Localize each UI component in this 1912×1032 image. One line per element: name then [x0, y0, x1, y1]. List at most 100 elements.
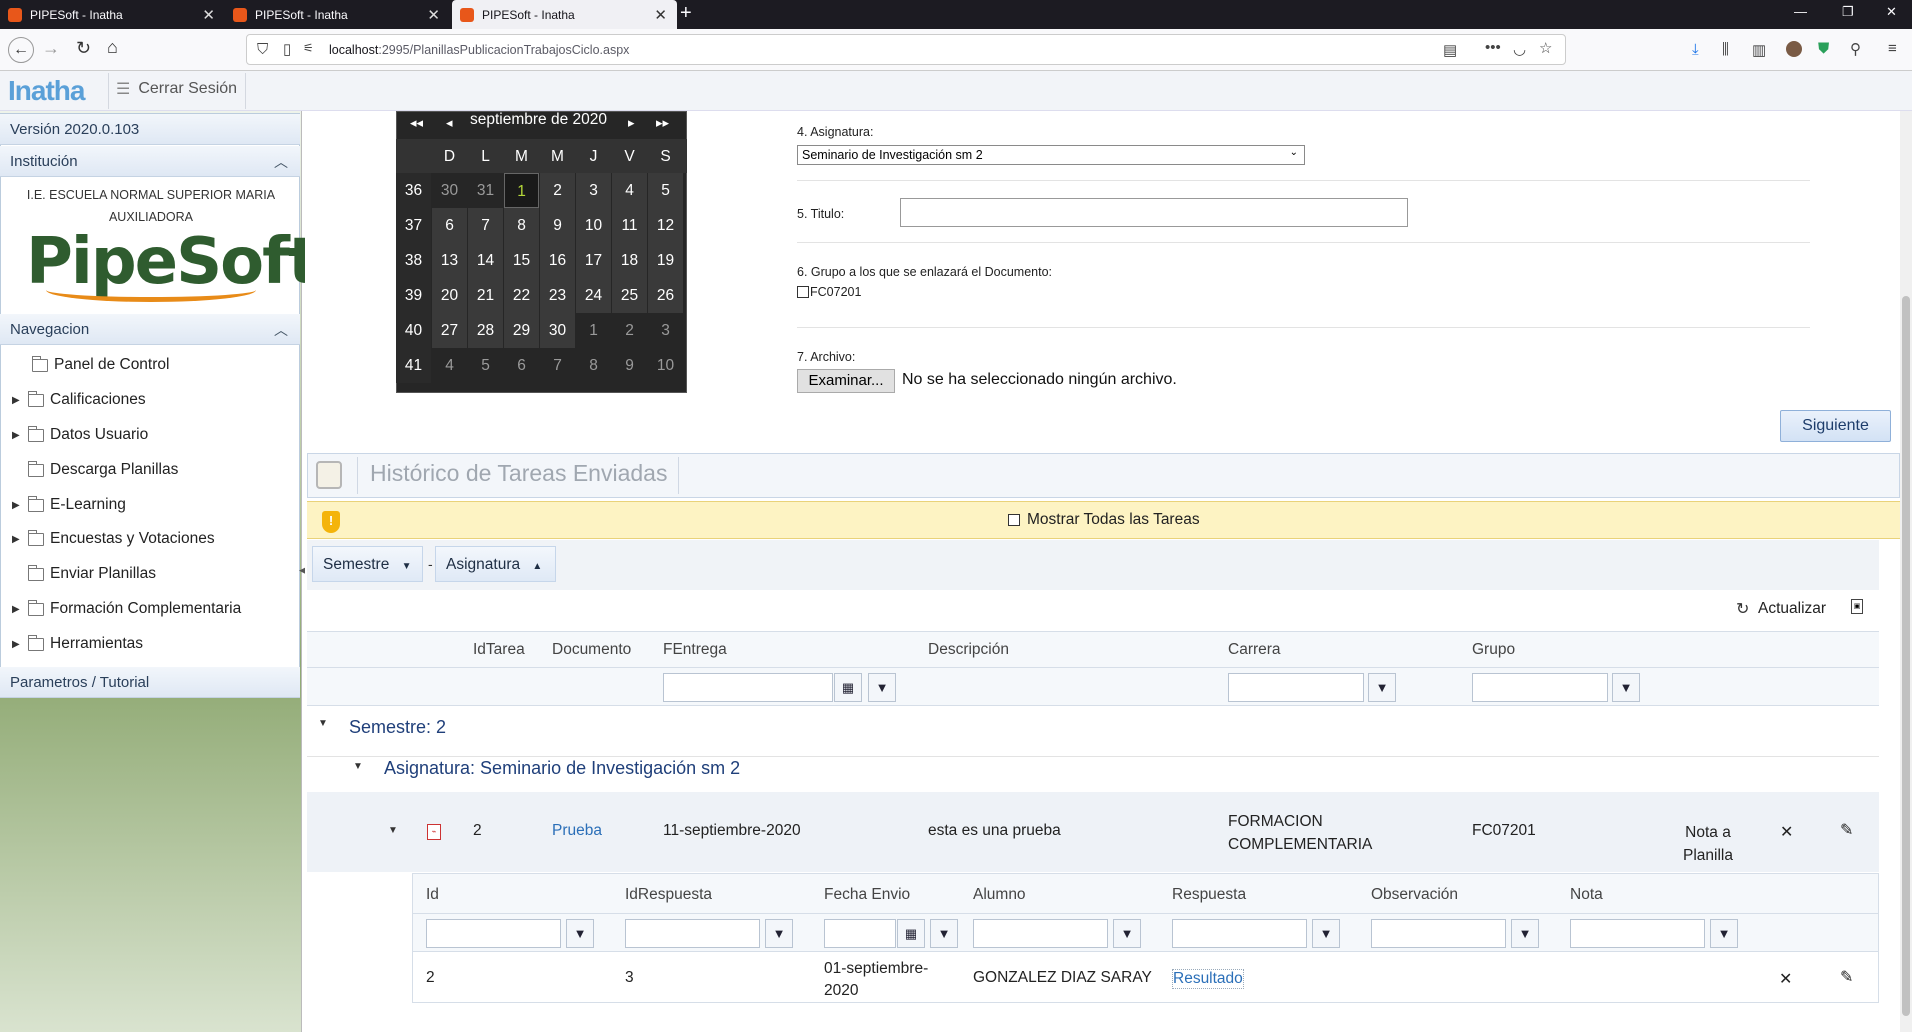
filter-icon[interactable]: ▼	[930, 919, 958, 948]
delete-icon[interactable]: ✕	[1779, 969, 1792, 989]
show-all-tasks-checkbox[interactable]: Mostrar Todas las Tareas	[1008, 511, 1200, 529]
col-carrera[interactable]: Carrera	[1228, 641, 1281, 659]
asignatura-select[interactable]: Seminario de Investigación sm 2 ⌄	[797, 145, 1305, 165]
library-icon[interactable]: ⫼	[1722, 41, 1729, 58]
calendar-day[interactable]: 6	[432, 208, 467, 243]
export-pdf-icon[interactable]: ▣	[1851, 599, 1863, 614]
detail-col-observacion[interactable]: Observación	[1371, 886, 1458, 904]
download-icon[interactable]: ⤓	[1692, 41, 1699, 58]
sidebar-item-calificaciones[interactable]: ▶ Calificaciones	[12, 390, 146, 409]
group-by-semestre[interactable]: Semestre ▼	[312, 546, 423, 582]
id-filter-input[interactable]	[426, 919, 561, 948]
detail-col-fecha-envio[interactable]: Fecha Envio	[824, 886, 910, 904]
calendar-day[interactable]: 30	[540, 313, 575, 348]
calendar-day[interactable]: 9	[612, 348, 647, 383]
table-row[interactable]	[307, 792, 1879, 872]
observacion-filter-input[interactable]	[1371, 919, 1506, 948]
calendar-day[interactable]: 20	[432, 278, 467, 313]
titulo-input[interactable]	[900, 198, 1408, 227]
sidebar-item-panel-de-control[interactable]: Panel de Control	[28, 355, 169, 374]
new-tab-icon[interactable]: +	[680, 2, 692, 25]
sidebar-icon[interactable]: ▥	[1752, 41, 1766, 59]
calendar-day[interactable]: 18	[612, 243, 647, 278]
calendar-day[interactable]: 1	[576, 313, 611, 348]
scrollbar-thumb[interactable]	[1902, 296, 1910, 1016]
close-window-icon[interactable]: ✕	[1886, 4, 1897, 20]
menu-icon[interactable]: ≡	[1888, 40, 1897, 57]
minimize-icon[interactable]: —	[1794, 4, 1807, 19]
calendar-day[interactable]: 11	[612, 208, 647, 243]
inatha-logo[interactable]: Inatha	[8, 75, 85, 107]
permissions-icon[interactable]: ⚟	[303, 41, 314, 55]
close-tab-icon[interactable]: ✕	[427, 6, 440, 24]
calendar-day[interactable]: 10	[576, 208, 611, 243]
col-descripcion[interactable]: Descripción	[928, 641, 1009, 659]
grupo-filter-input[interactable]	[1472, 673, 1608, 702]
sidebar-item-e-learning[interactable]: ▶ E-Learning	[12, 495, 126, 514]
pocket-icon[interactable]: ◡	[1513, 40, 1526, 58]
checkbox[interactable]	[797, 286, 809, 298]
calendar-day[interactable]: 1	[504, 173, 539, 208]
filter-icon[interactable]: ▼	[1113, 919, 1141, 948]
profile-avatar-icon[interactable]	[1786, 41, 1802, 57]
calendar-day[interactable]: 27	[432, 313, 467, 348]
collapse-group-icon[interactable]: ▼	[353, 761, 363, 772]
expand-arrow-icon[interactable]: ▶	[12, 534, 24, 545]
edit-pencil-icon[interactable]: ✎	[1840, 820, 1853, 840]
calendar-day[interactable]: 12	[648, 208, 683, 243]
prev-month-icon[interactable]: ◂	[446, 115, 453, 131]
calendar-day[interactable]: 16	[540, 243, 575, 278]
nota-a-planilla-button[interactable]: Nota a Planilla	[1668, 821, 1748, 867]
bookmark-star-icon[interactable]: ☆	[1539, 39, 1552, 57]
col-fentrega[interactable]: FEntrega	[663, 641, 727, 659]
carrera-filter-input[interactable]	[1228, 673, 1364, 702]
sidebar-item-formacion[interactable]: ▶ Formación Complementaria	[12, 599, 241, 618]
calendar-day[interactable]: 10	[648, 348, 683, 383]
detail-col-respuesta[interactable]: Respuesta	[1172, 886, 1246, 904]
detail-col-idrespuesta[interactable]: IdRespuesta	[625, 886, 712, 904]
actualizar-button[interactable]: Actualizar	[1758, 600, 1826, 618]
expand-arrow-icon[interactable]: ▶	[12, 395, 24, 406]
more-actions-icon[interactable]: •••	[1485, 39, 1501, 56]
calendar-day[interactable]: 4	[612, 173, 647, 208]
cell-documento-link[interactable]: Prueba	[552, 822, 602, 840]
navigation-header[interactable]: Navegacion ︿	[0, 314, 300, 345]
calendar-day[interactable]: 13	[432, 243, 467, 278]
expand-arrow-icon[interactable]: ▶	[12, 639, 24, 650]
alumno-filter-input[interactable]	[973, 919, 1108, 948]
expand-arrow-icon[interactable]: ▶	[12, 430, 24, 441]
prev-year-icon[interactable]: ◂◂	[410, 115, 423, 131]
refresh-icon[interactable]: ↻	[1736, 599, 1749, 619]
extension-key-icon[interactable]: ⚲	[1850, 40, 1861, 58]
forward-icon[interactable]: →	[42, 38, 60, 59]
collapse-group-icon[interactable]: ▼	[318, 718, 328, 729]
parametros-tutorial[interactable]: Parametros / Tutorial	[0, 667, 300, 698]
fecha-filter-input[interactable]	[824, 919, 896, 948]
collapse-icon[interactable]: ︿	[274, 320, 288, 340]
expand-arrow-icon[interactable]: ▶	[12, 604, 24, 615]
detail-col-alumno[interactable]: Alumno	[973, 886, 1026, 904]
detail-col-nota[interactable]: Nota	[1570, 886, 1603, 904]
calendar-day[interactable]: 23	[540, 278, 575, 313]
nota-filter-input[interactable]	[1570, 919, 1705, 948]
calendar-day[interactable]: 25	[612, 278, 647, 313]
group-by-asignatura[interactable]: Asignatura ▲	[435, 546, 556, 582]
calendar-day[interactable]: 8	[504, 208, 539, 243]
expand-arrow-icon[interactable]: ▶	[12, 500, 24, 511]
calendar-day[interactable]: 7	[468, 208, 503, 243]
col-documento[interactable]: Documento	[552, 641, 631, 659]
filter-icon[interactable]: ▼	[1368, 673, 1396, 702]
sidebar-item-datos-usuario[interactable]: ▶ Datos Usuario	[12, 425, 148, 444]
col-grupo[interactable]: Grupo	[1472, 641, 1515, 659]
institution-header[interactable]: Institución ︿	[0, 146, 300, 177]
calendar-day[interactable]: 5	[648, 173, 683, 208]
calendar-day[interactable]: 17	[576, 243, 611, 278]
close-tab-icon[interactable]: ✕	[202, 6, 215, 24]
url-bar[interactable]: ⛉ ▯ ⚟ localhost:2995/PlanillasPublicacio…	[246, 34, 1566, 65]
shield-icon[interactable]: ⛉	[257, 41, 268, 58]
calendar-day[interactable]: 24	[576, 278, 611, 313]
detail-respuesta-link[interactable]: Resultado	[1172, 969, 1244, 989]
extension-shield-icon[interactable]: ⛊	[1818, 40, 1829, 57]
reload-icon[interactable]: ↻	[76, 38, 91, 59]
checkbox[interactable]	[1008, 514, 1020, 526]
